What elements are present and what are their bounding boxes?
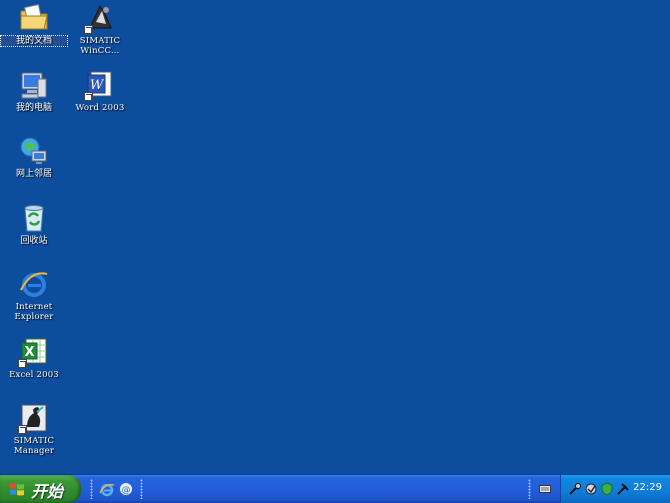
shield-icon[interactable] [600,482,614,496]
tool-icon[interactable] [584,482,598,496]
desktop-icon-label: 我的电脑 [15,103,52,113]
desktop-icon-simatic-wincc[interactable]: SIMATIC WinCC... [67,2,133,56]
word-icon: W [84,69,116,101]
shortcut-arrow-icon [18,425,27,434]
excel-icon: X [18,336,50,368]
wincc-icon [84,2,116,34]
tool-icon[interactable] [616,482,630,496]
quick-launch-outlook-icon[interactable]: @ [118,481,134,497]
folder-icon [18,2,50,34]
svg-text:W: W [90,78,105,93]
start-button[interactable]: 开始 [0,475,81,503]
desktop-icon-my-documents[interactable]: 我的文档 [0,2,68,47]
desktop-icon-word-2003[interactable]: W Word 2003 [67,69,133,113]
taskbar: 开始 @ 22:29 [0,474,670,503]
windows-logo-icon [10,483,24,496]
keyboard-icon[interactable] [539,484,551,494]
desktop-icon-recycle-bin[interactable]: 回收站 [1,202,67,246]
tool-icon[interactable] [568,482,582,496]
desktop-icon-label: Excel 2003 [9,370,59,380]
shortcut-arrow-icon [18,359,27,368]
desktop-icon-label: 我的文档 [0,35,68,47]
taskbar-grip-right[interactable] [528,479,531,499]
desktop-icon-label: 回收站 [20,236,48,246]
shortcut-arrow-icon [84,25,93,34]
system-tray: 22:29 [560,475,670,503]
desktop-icon-label: Word 2003 [75,103,125,113]
computer-icon [18,69,50,101]
taskbar-clock[interactable]: 22:29 [633,482,662,493]
desktop-icon-internet-explorer[interactable]: Internet Explorer [1,268,67,322]
network-icon [18,135,50,167]
simatic-manager-icon [18,402,50,434]
svg-text:@: @ [122,486,131,496]
desktop-icon-label: SIMATIC WinCC... [79,36,121,56]
desktop-icon-label: Internet Explorer [14,302,54,322]
desktop-icon-network-places[interactable]: 网上邻居 [1,135,67,179]
desktop-icon-excel-2003[interactable]: X Excel 2003 [1,336,67,380]
desktop-icon-label: SIMATIC Manager [13,436,55,456]
desktop-icon-simatic-manager[interactable]: SIMATIC Manager [1,402,67,456]
quick-launch-ie-icon[interactable] [99,481,115,497]
shortcut-arrow-icon [84,92,93,101]
start-label: 开始 [31,482,64,501]
recycle-bin-icon [18,202,50,234]
desktop-icon-my-computer[interactable]: 我的电脑 [1,69,67,113]
quick-launch-grip[interactable] [90,479,93,499]
desktop-icon-label: 网上邻居 [15,169,52,179]
desktop: 我的文档 SIMATIC WinCC... 我的电脑 W Word 2003 网… [0,0,670,474]
ie-icon [18,268,50,300]
taskbar-grip[interactable] [140,479,143,499]
svg-text:X: X [24,345,34,360]
